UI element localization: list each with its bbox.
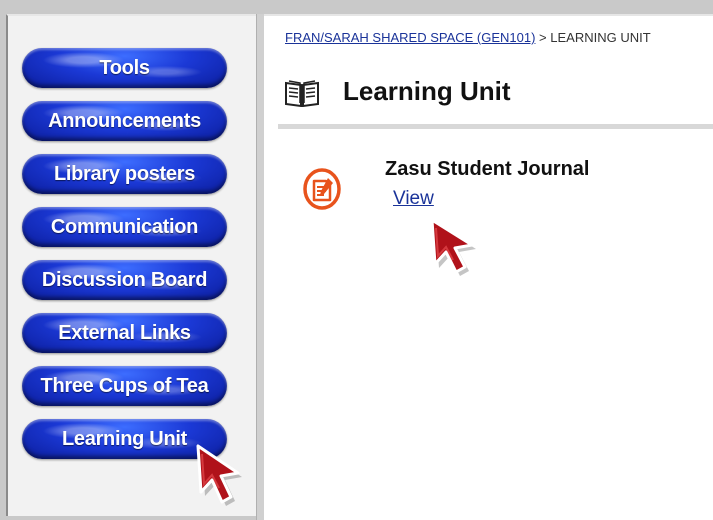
- journal-tool-icon: [303, 168, 341, 210]
- nav-button-three-cups-of-tea[interactable]: Three Cups of Tea: [22, 366, 227, 406]
- nav-button-discussion-board[interactable]: Discussion Board: [22, 260, 227, 300]
- cursor-arrow-icon: [196, 444, 242, 506]
- item-title: Zasu Student Journal: [385, 158, 590, 180]
- view-link[interactable]: View: [393, 188, 434, 210]
- menu-divider[interactable]: [256, 14, 264, 520]
- cursor-arrow-icon: [430, 218, 476, 276]
- nav-button-communication[interactable]: Communication: [22, 207, 227, 247]
- breadcrumb-separator: >: [535, 30, 551, 45]
- breadcrumb-course-link[interactable]: FRAN/SARAH SHARED SPACE (GEN101): [285, 30, 535, 45]
- book-icon: [285, 80, 319, 107]
- page-title: Learning Unit: [343, 76, 511, 106]
- breadcrumb-current: LEARNING UNIT: [550, 30, 651, 45]
- nav-button-tools[interactable]: Tools: [22, 48, 227, 88]
- nav-button-external-links[interactable]: External Links: [22, 313, 227, 353]
- title-divider: [278, 124, 713, 129]
- nav-button-announcements[interactable]: Announcements: [22, 101, 227, 141]
- nav-button-library-posters[interactable]: Library posters: [22, 154, 227, 194]
- breadcrumb: FRAN/SARAH SHARED SPACE (GEN101) > LEARN…: [285, 30, 651, 45]
